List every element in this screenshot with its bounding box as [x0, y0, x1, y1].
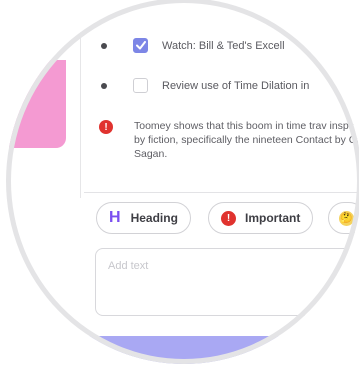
task-label: Watch: Bill & Ted's Excell — [162, 39, 285, 52]
task-checkbox[interactable] — [133, 78, 148, 93]
text-editor-input[interactable]: Add text — [95, 248, 359, 316]
task-item-watch: Watch: Bill & Ted's Excell — [101, 38, 285, 53]
emoji-icon: 🤔 — [339, 210, 354, 226]
heading-icon: H — [109, 209, 121, 226]
bullet-dot-icon — [101, 82, 107, 89]
panel-divider — [80, 0, 81, 198]
task-checkbox[interactable] — [133, 38, 148, 53]
section-divider — [84, 192, 359, 193]
text-editor-placeholder: Add text — [108, 260, 149, 272]
important-note-text: Toomey shows that this boom in time trav… — [134, 120, 359, 160]
checkmark-icon — [135, 41, 146, 50]
submit-bar[interactable] — [66, 336, 326, 364]
important-block-button[interactable]: ! Important — [208, 202, 314, 234]
task-item-review: Review use of Time Dilation in — [101, 78, 309, 93]
important-block-label: Important — [245, 211, 301, 225]
bullet-dot-icon — [101, 42, 107, 49]
magnifier-lens: Watch: Bill & Ted's Excell Review use of… — [6, 0, 359, 364]
task-label: Review use of Time Dilation in — [162, 79, 310, 92]
important-note: ! Toomey shows that this boom in time tr… — [99, 119, 359, 161]
alert-icon: ! — [99, 120, 113, 134]
alert-icon: ! — [221, 210, 236, 226]
heading-block-label: Heading — [130, 211, 178, 225]
heading-block-button[interactable]: H Heading — [96, 202, 191, 234]
sidebar-card — [6, 60, 66, 148]
zoomed-ui-view: Watch: Bill & Ted's Excell Review use of… — [0, 0, 359, 367]
emoji-block-button[interactable]: 🤔 — [328, 202, 359, 234]
